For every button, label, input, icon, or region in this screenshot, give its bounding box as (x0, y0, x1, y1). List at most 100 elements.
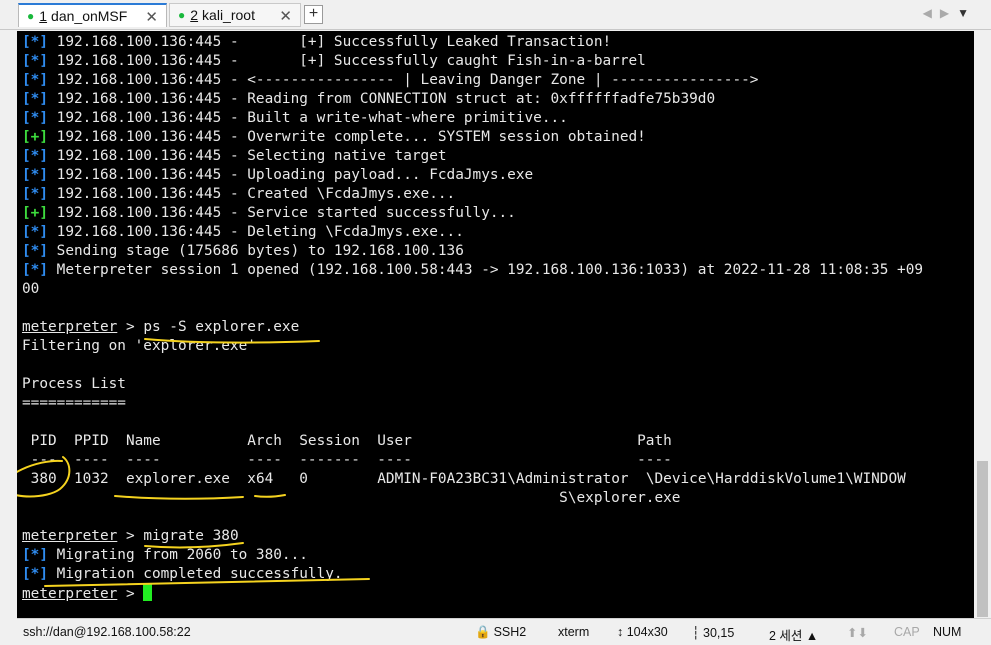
terminal-view[interactable]: [*] 192.168.100.136:445 - [+] Successful… (17, 31, 974, 618)
tab-kali-root[interactable]: ● 2 kali_root ✕ (169, 3, 301, 27)
migrate-command: migrate 380 (143, 528, 239, 544)
arch-cell: x64 (247, 471, 274, 487)
arrow-up-icon: ⬆ (847, 626, 858, 640)
chevron-right-icon[interactable]: ▶ (940, 6, 957, 20)
cursor-position: ┆ 30,15 (692, 626, 735, 640)
terminal-line: [*] 192.168.100.136:445 - Built a write-… (22, 109, 967, 128)
table-row-wrap: S\explorer.exe (22, 489, 967, 508)
tab-label: kali_root (202, 7, 255, 23)
terminal-line: [+] 192.168.100.136:445 - Overwrite comp… (22, 128, 967, 147)
vertical-scrollbar[interactable] (974, 31, 991, 618)
line-text: 192.168.100.136:445 - Deleting \FcdaJmys… (48, 224, 464, 240)
new-tab-button[interactable]: + (304, 5, 323, 24)
prompt-line: meterpreter > migrate 380 (22, 528, 239, 544)
prompt-label: meterpreter (22, 528, 118, 544)
terminal-line: [*] 192.168.100.136:445 - Created \FcdaJ… (22, 185, 967, 204)
info-tag: [*] (22, 262, 48, 278)
line-text: 192.168.100.136:445 - <---------------- … (48, 72, 759, 88)
table-header: PID PPID Name Arch Session User Path (22, 433, 672, 449)
ppid-cell: 1032 (74, 471, 109, 487)
line-text: 192.168.100.136:445 - Overwrite complete… (48, 129, 646, 145)
lock-icon: 🔒 (475, 625, 491, 639)
line-text: 192.168.100.136:445 - Selecting native t… (48, 148, 447, 164)
terminal-line: [*] 192.168.100.136:445 - Deleting \Fcda… (22, 223, 967, 242)
info-tag: [*] (22, 91, 48, 107)
chevron-left-icon[interactable]: ◀ (923, 6, 940, 20)
terminal-line: [*] 192.168.100.136:445 - <-------------… (22, 71, 967, 90)
line-text: 192.168.100.136:445 - Built a write-what… (48, 110, 568, 126)
terminal-line: [*] 192.168.100.136:445 - Selecting nati… (22, 147, 967, 166)
line-text: 192.168.100.136:445 - Service started su… (48, 205, 516, 221)
pid-cell: 380 (30, 471, 57, 487)
line-text: 192.168.100.136:445 - Created \FcdaJmys.… (48, 186, 456, 202)
terminal-type: xterm (558, 625, 590, 639)
connected-status-icon: ● (178, 8, 186, 22)
terminal-line: [*] Migrating from 2060 to 380... (22, 547, 308, 563)
process-list-rule: ============ (22, 395, 126, 411)
name-cell: explorer.exe (125, 471, 230, 487)
table-row: 380 1032 explorer.exe x64 0 ADMIN-F0A23B… (22, 470, 967, 489)
terminal-line: [*] Migration completed successfully. (22, 566, 343, 582)
info-tag: [*] (22, 110, 48, 126)
arrow-down-icon: ⬇ (857, 626, 868, 640)
tab-navigation: ◀▶▼ (923, 6, 977, 20)
info-tag: [*] (22, 186, 48, 202)
info-tag: [*] (22, 243, 48, 259)
text-cursor (143, 584, 153, 601)
terminal-line: [*] 192.168.100.136:445 - [+] Successful… (22, 52, 967, 71)
terminal-size: ↕ 104x30 (617, 625, 668, 639)
path-cell: \Device\HarddiskVolume1\WINDOW (645, 471, 906, 487)
tab-number: 2 (190, 7, 199, 23)
prompt-line[interactable]: meterpreter > (22, 584, 967, 603)
close-icon[interactable]: ✕ (279, 7, 292, 25)
tab-bar: ● 1 dan_onMSF ✕ ● 2 kali_root ✕ + ◀▶▼ (0, 0, 991, 30)
prompt-label: meterpreter (22, 586, 118, 602)
terminal-line: 00 (22, 281, 40, 297)
tab-number: 1 (39, 8, 48, 24)
close-icon[interactable]: ✕ (145, 8, 158, 26)
success-tag: [+] (22, 129, 48, 145)
terminal-line: Filtering on 'explorer.exe' (22, 338, 256, 354)
line-text: Sending stage (175686 bytes) to 192.168.… (48, 243, 464, 259)
connected-status-icon: ● (27, 9, 35, 23)
success-tag: [+] (22, 205, 48, 221)
terminal-line: [*] Meterpreter session 1 opened (192.16… (22, 261, 967, 280)
caps-indicator: CAP (894, 625, 920, 639)
tab-dan-onmsf[interactable]: ● 1 dan_onMSF ✕ (18, 3, 167, 27)
chevron-down-icon[interactable]: ▼ (957, 6, 977, 20)
line-text: 192.168.100.136:445 - Reading from CONNE… (48, 91, 716, 107)
info-tag: [*] (22, 72, 48, 88)
terminal-line: [+] 192.168.100.136:445 - Service starte… (22, 204, 967, 223)
protocol-info: 🔒 SSH2 (475, 625, 527, 639)
scroll-arrows: ⬆⬇ (847, 625, 868, 640)
session-count[interactable]: 2 세션 ▲ (769, 625, 818, 644)
line-text: 192.168.100.136:445 - [+] Successfully c… (48, 53, 646, 69)
terminal-output: [*] 192.168.100.136:445 - [+] Successful… (22, 33, 967, 603)
path-cell-wrap: S\explorer.exe (559, 490, 681, 506)
process-list-title: Process List (22, 376, 126, 392)
line-text: 192.168.100.136:445 - Uploading payload.… (48, 167, 534, 183)
resize-icon: ↕ (617, 625, 627, 639)
line-text: 192.168.100.136:445 - [+] Successfully L… (48, 34, 612, 50)
prompt-line: meterpreter > ps -S explorer.exe (22, 319, 300, 335)
table-rule: --- ---- ---- ---- ------- ---- ---- (22, 452, 672, 468)
scrollbar-thumb[interactable] (977, 461, 988, 617)
terminal-line: [*] 192.168.100.136:445 - [+] Successful… (22, 33, 967, 52)
terminal-line: [*] 192.168.100.136:445 - Uploading payl… (22, 166, 967, 185)
num-indicator: NUM (933, 625, 962, 639)
tab-label: dan_onMSF (51, 8, 128, 24)
info-tag: [*] (22, 167, 48, 183)
session-cell: 0 (299, 471, 308, 487)
info-tag: [*] (22, 148, 48, 164)
connection-info: ssh://dan@192.168.100.58:22 (23, 625, 191, 639)
info-tag: [*] (22, 224, 48, 240)
status-bar: ssh://dan@192.168.100.58:22 🔒 SSH2 xterm … (17, 618, 991, 645)
info-tag: [*] (22, 53, 48, 69)
prompt-label: meterpreter (22, 319, 118, 335)
terminal-line: [*] Sending stage (175686 bytes) to 192.… (22, 242, 967, 261)
ps-command: ps -S explorer.exe (143, 319, 300, 335)
